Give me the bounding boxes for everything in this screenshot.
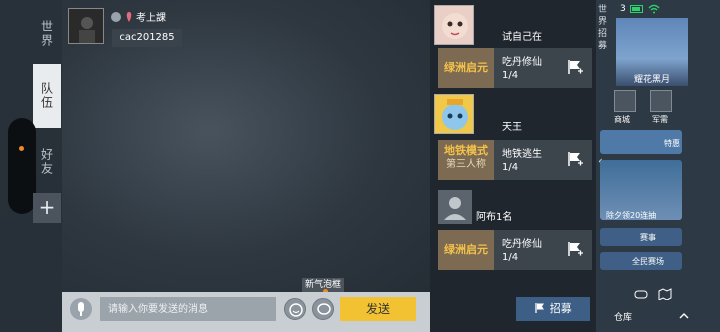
status-bar: 3 bbox=[620, 4, 660, 14]
team-2-count: 1/4 bbox=[502, 162, 519, 173]
team-3-card[interactable]: 绿洲启元 吃丹修仙 1/4 bbox=[438, 230, 592, 270]
user-avatar[interactable] bbox=[68, 8, 104, 44]
special-offer-label: 特惠 bbox=[664, 139, 680, 148]
gamepad-icon[interactable] bbox=[634, 288, 648, 300]
team-1-avatar-image bbox=[435, 6, 473, 44]
team-2-mode-label: 地铁模式 bbox=[444, 144, 488, 157]
mic-glyph bbox=[78, 302, 84, 316]
bottom-toolbar: 仓库 bbox=[600, 282, 720, 332]
team-3-avatar[interactable] bbox=[438, 190, 472, 224]
tab-friends[interactable]: 好友 bbox=[33, 140, 61, 184]
new-bubble-tooltip: 新气泡框 bbox=[302, 278, 344, 294]
team-3-mode: 绿洲启元 bbox=[438, 230, 494, 270]
emoji-glyph bbox=[289, 303, 303, 317]
map-icon[interactable] bbox=[658, 288, 672, 300]
world-recruit-label[interactable]: 世界招募 bbox=[598, 4, 614, 52]
battery-level: 3 bbox=[620, 4, 626, 14]
team-1-count: 1/4 bbox=[502, 70, 519, 81]
microphone-icon[interactable] bbox=[70, 298, 92, 320]
team-1-name: 试自己在 bbox=[502, 32, 542, 43]
shop-label: 商城 bbox=[614, 115, 630, 124]
team-2-avatar-image bbox=[435, 95, 473, 133]
shop-icon[interactable] bbox=[614, 90, 636, 112]
default-avatar-icon bbox=[444, 197, 466, 220]
tournament-label: 赛事 bbox=[640, 233, 656, 242]
team-2-card[interactable]: 地铁模式 第三人称 地铁逃生 1/4 bbox=[438, 140, 592, 180]
expand-up-icon[interactable] bbox=[678, 310, 690, 322]
wifi-icon bbox=[648, 4, 660, 14]
chat-bubble-icon[interactable] bbox=[312, 298, 334, 320]
user-name-row: 考上課 bbox=[110, 9, 166, 24]
join-flag-icon[interactable] bbox=[566, 58, 584, 76]
battery-icon bbox=[629, 5, 643, 13]
team-1-avatar[interactable] bbox=[434, 5, 474, 45]
team-3-count: 1/4 bbox=[502, 252, 519, 263]
team-3-title: 吃丹修仙 bbox=[502, 239, 542, 250]
team-1-title: 吃丹修仙 bbox=[502, 57, 542, 68]
rail-handle[interactable] bbox=[8, 118, 36, 214]
send-button[interactable]: 发送 bbox=[340, 297, 416, 321]
tab-team[interactable]: 队伍 bbox=[33, 64, 61, 128]
join-flag-icon[interactable] bbox=[566, 150, 584, 168]
team-2-mode-sub: 第三人称 bbox=[446, 159, 486, 170]
team-2-name: 天王 bbox=[502, 122, 522, 133]
warehouse-label: 仓库 bbox=[614, 313, 633, 323]
team-2-avatar[interactable] bbox=[434, 94, 474, 134]
team-3-name: 阿布1名 bbox=[476, 212, 513, 223]
user-name: 考上課 bbox=[136, 13, 166, 24]
location-pin-icon bbox=[126, 11, 132, 22]
new-bubble-label: 新气泡框 bbox=[304, 280, 341, 290]
bubble-glyph bbox=[317, 303, 331, 315]
add-tab-button[interactable]: + bbox=[33, 193, 61, 223]
armory-label: 军需 bbox=[652, 115, 668, 124]
flag-icon bbox=[535, 303, 545, 313]
event-banner-label: 耀花黑月 bbox=[633, 75, 670, 85]
recruit-button[interactable]: 招募 bbox=[516, 297, 590, 321]
armory-icon[interactable] bbox=[650, 90, 672, 112]
arena-label: 全民赛场 bbox=[632, 257, 664, 266]
team-2-mode: 地铁模式 第三人称 bbox=[438, 140, 494, 180]
avatar-image bbox=[69, 9, 103, 43]
emoji-icon[interactable] bbox=[284, 298, 306, 320]
notification-dot bbox=[19, 146, 24, 151]
tab-world[interactable]: 世界 bbox=[33, 12, 61, 56]
gender-icon bbox=[111, 11, 121, 22]
lucky-draw-label: 除夕领20连抽 bbox=[606, 211, 657, 220]
team-1-mode: 绿洲启元 bbox=[438, 48, 494, 88]
user-id: cac201285 bbox=[112, 29, 182, 47]
team-1-card[interactable]: 绿洲启元 吃丹修仙 1/4 bbox=[438, 48, 592, 88]
team-2-title: 地铁逃生 bbox=[502, 149, 542, 160]
join-flag-icon[interactable] bbox=[566, 240, 584, 258]
message-input[interactable] bbox=[100, 297, 276, 321]
recruit-label: 招募 bbox=[549, 302, 572, 315]
